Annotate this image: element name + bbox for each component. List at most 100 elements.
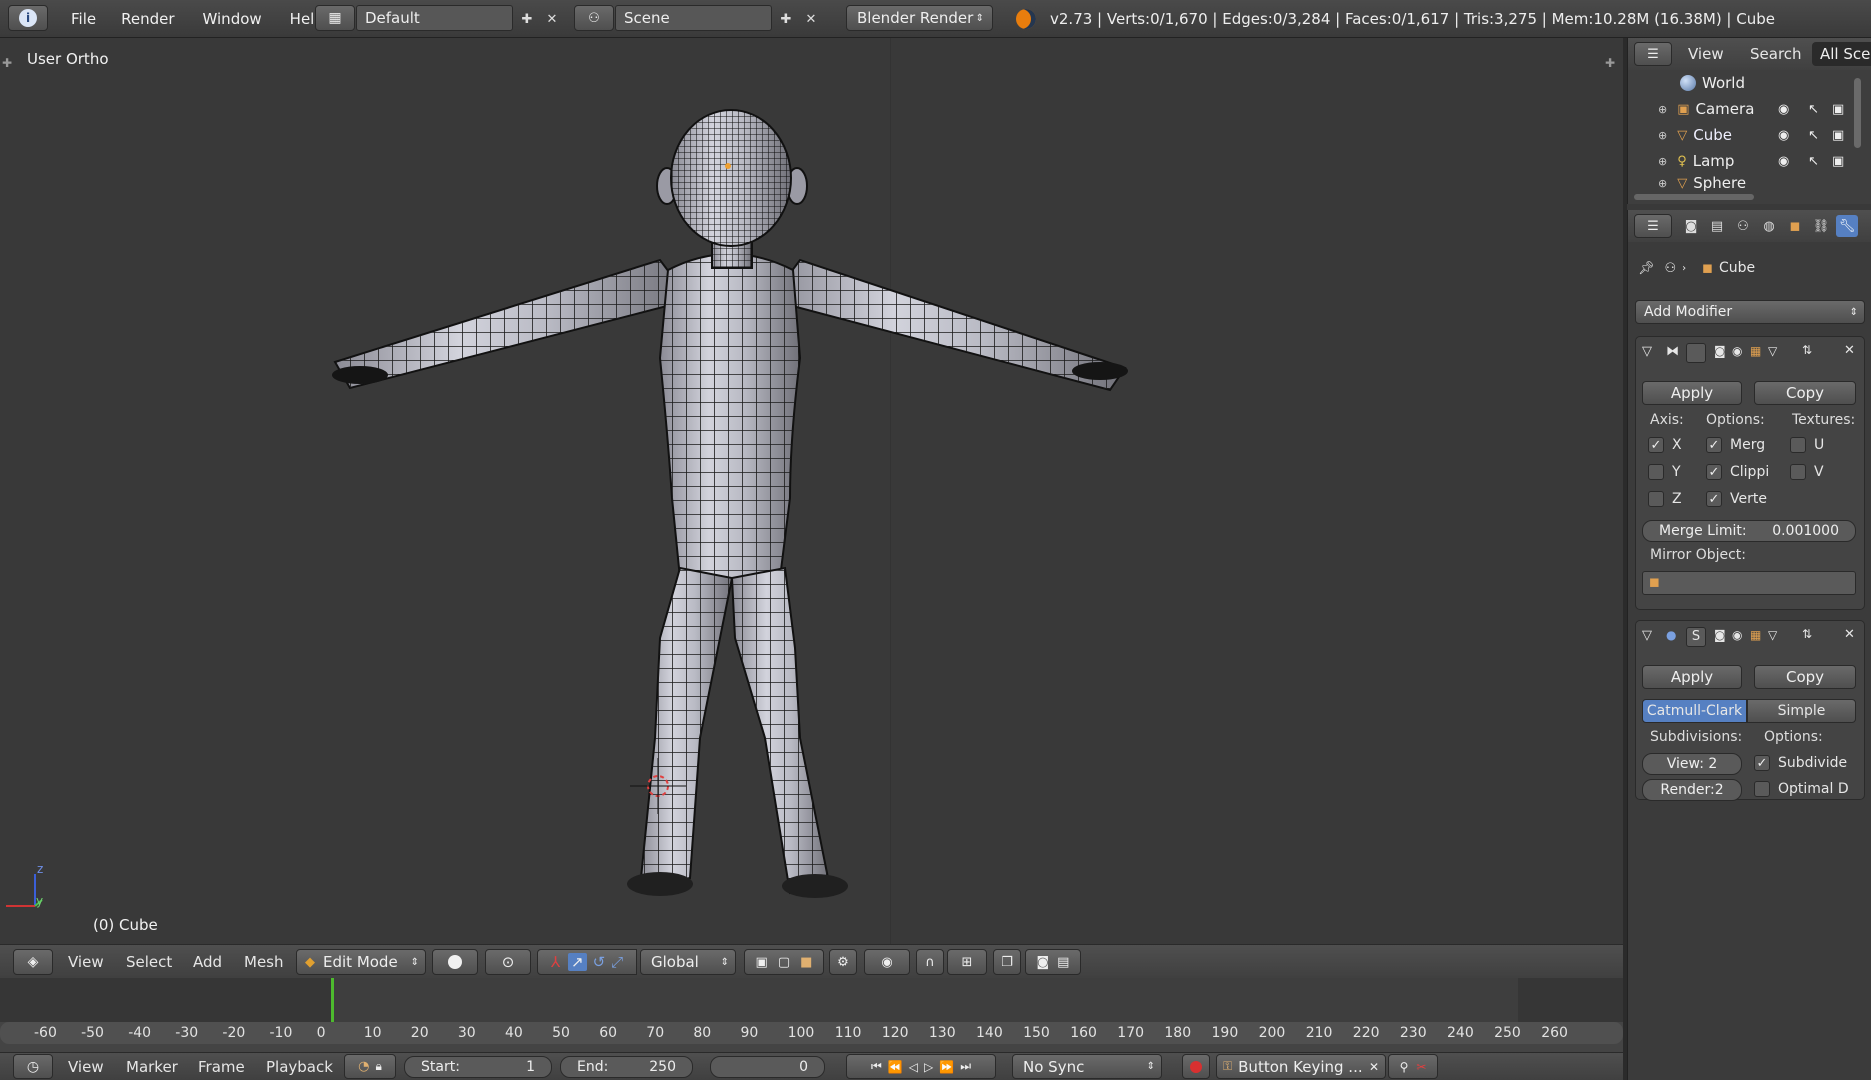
editor-type-timeline-button[interactable]: ◷ — [13, 1054, 53, 1079]
timeline-track-area[interactable] — [0, 978, 1623, 1022]
keying-set-field[interactable]: ⚿ Button Keying ... ✕ — [1216, 1054, 1386, 1079]
snap-toggle-button[interactable]: ∩ — [916, 949, 944, 975]
clipping-checkbox[interactable]: ✓ Clippi — [1706, 464, 1769, 480]
expand-icon[interactable]: ⊕ — [1658, 177, 1667, 190]
menu-file[interactable]: File — [60, 0, 107, 38]
apply-button[interactable]: Apply — [1642, 665, 1742, 689]
outliner-hscrollbar[interactable] — [1634, 194, 1754, 200]
remove-layout-icon[interactable]: ✕ — [541, 8, 563, 30]
viewport-toggle-icon[interactable]: ◉ — [1732, 628, 1742, 642]
world-tab-icon[interactable]: ◍ — [1758, 215, 1780, 237]
visibility-eye-icon[interactable]: ◉ — [1778, 128, 1789, 143]
checkbox-box[interactable]: ✓ — [1706, 464, 1722, 480]
current-frame-line[interactable] — [331, 978, 334, 1022]
constraints-tab-icon[interactable]: ⛓ — [1810, 215, 1832, 237]
edge-select-icon[interactable]: ▢ — [778, 955, 790, 970]
object-tab-icon[interactable]: ◼ — [1784, 215, 1806, 237]
remove-modifier-icon[interactable]: ✕ — [1844, 343, 1855, 358]
checkbox-box[interactable]: ✓ — [1648, 437, 1664, 453]
optimal-display-checkbox[interactable]: Optimal D — [1754, 781, 1849, 797]
editor-type-info-button[interactable]: i — [8, 5, 48, 31]
snap-element-dropdown[interactable]: ⊞ — [947, 949, 987, 975]
jump-start-icon[interactable]: ⏮ — [871, 1059, 882, 1074]
clear-keying-icon[interactable]: ✕ — [1369, 1060, 1379, 1074]
mirror-object-field[interactable]: ◼ — [1642, 571, 1856, 595]
visibility-eye-icon[interactable]: ◉ — [1778, 154, 1789, 169]
editmode-toggle-icon[interactable]: ▦ — [1750, 344, 1761, 358]
render-toggle-icon[interactable]: ◙ — [1714, 344, 1726, 358]
expand-icon[interactable]: ⊕ — [1658, 129, 1667, 142]
selectable-arrow-icon[interactable]: ↖ — [1808, 128, 1819, 143]
texture-v-checkbox[interactable]: V — [1790, 464, 1824, 480]
cage-toggle-icon[interactable]: ▽ — [1768, 344, 1777, 358]
outliner-tab-search[interactable]: Search — [1750, 45, 1802, 63]
editmode-toggle-icon[interactable]: ▦ — [1750, 628, 1761, 642]
render-levels-field[interactable]: Render:2 — [1642, 779, 1742, 801]
catmull-clark-option[interactable]: Catmull-Clark — [1642, 699, 1747, 723]
checkbox-box[interactable] — [1648, 491, 1664, 507]
character-mesh[interactable] — [0, 38, 1623, 944]
timeline-menu-playback[interactable]: Playback — [266, 1058, 333, 1076]
scene-name-field[interactable]: Scene — [615, 5, 772, 31]
collapse-triangle-icon[interactable]: ▽ — [1642, 628, 1652, 643]
checkbox-box[interactable] — [1754, 781, 1770, 797]
remove-modifier-icon[interactable]: ✕ — [1844, 627, 1855, 642]
checkbox-box[interactable]: ✓ — [1706, 437, 1722, 453]
modifier-name-field[interactable]: S — [1686, 627, 1706, 647]
play-icon[interactable]: ▷ — [924, 1060, 933, 1074]
move-up-down-icon[interactable]: ⇅ — [1802, 343, 1812, 357]
checkbox-box[interactable] — [1790, 437, 1806, 453]
outliner-tab-view[interactable]: View — [1688, 45, 1724, 63]
manipulator-toggle-icon[interactable]: ⅄ — [551, 953, 560, 971]
header-menu-view[interactable]: View — [68, 953, 104, 971]
outliner-editor[interactable]: ☰ View Search All Sce World ⊕ ▣ Camera ◉… — [1627, 38, 1871, 204]
outliner-scrollbar[interactable] — [1854, 78, 1861, 148]
header-menu-select[interactable]: Select — [126, 953, 172, 971]
render-tab-icon[interactable]: ◙ — [1680, 215, 1702, 237]
vertex-select-icon[interactable]: ▣ — [756, 955, 768, 970]
header-menu-mesh[interactable]: Mesh — [244, 953, 284, 971]
editor-type-properties-button[interactable]: ☰ — [1634, 214, 1672, 238]
timeline-menu-frame[interactable]: Frame — [198, 1058, 245, 1076]
checkbox-box[interactable]: ✓ — [1754, 755, 1770, 771]
render-engine-dropdown[interactable]: Blender Render ⇕ — [846, 5, 993, 31]
merge-checkbox[interactable]: ✓ Merg — [1706, 437, 1765, 453]
jump-keyframe-back-icon[interactable]: ⏪ — [888, 1060, 903, 1074]
pin-icon[interactable]: 📌︎ — [1638, 261, 1655, 276]
selectable-arrow-icon[interactable]: ↖ — [1808, 102, 1819, 117]
sync-mode-dropdown[interactable]: No Sync ⇕ — [1012, 1054, 1162, 1079]
copy-button[interactable]: Copy — [1754, 381, 1856, 405]
header-menu-add[interactable]: Add — [193, 953, 222, 971]
axis-y-checkbox[interactable]: Y — [1648, 464, 1681, 480]
add-layout-icon[interactable]: ✚ — [516, 8, 538, 30]
play-reverse-icon[interactable]: ◁ — [909, 1060, 918, 1074]
checkbox-box[interactable]: ✓ — [1706, 491, 1722, 507]
modifiers-wrench-tab-icon[interactable]: 🔧︎ — [1836, 215, 1858, 237]
scale-manipulator-icon[interactable]: ⤢ — [611, 953, 623, 971]
jump-end-icon[interactable]: ⏭ — [960, 1059, 971, 1074]
merge-limit-field[interactable]: Merge Limit: 0.001000 — [1642, 520, 1856, 542]
render-toggle-icon[interactable]: ◙ — [1714, 628, 1726, 642]
renderable-camera-icon[interactable]: ▣ — [1832, 154, 1844, 169]
checkbox-box[interactable] — [1790, 464, 1806, 480]
renderable-camera-icon[interactable]: ▣ — [1832, 128, 1844, 143]
face-select-icon[interactable]: ■ — [800, 955, 812, 970]
outliner-item-sphere[interactable]: ⊕ ▽ Sphere — [1628, 174, 1871, 192]
auto-keying-button[interactable] — [1182, 1054, 1210, 1079]
outliner-display-mode-dropdown[interactable]: All Sce — [1812, 42, 1871, 66]
pivot-point-dropdown[interactable]: ⊙ — [485, 949, 531, 975]
opengl-render-button[interactable]: ❐ — [993, 949, 1021, 975]
translate-manipulator-icon[interactable]: ↗ — [568, 953, 587, 971]
timeline-menu-view[interactable]: View — [68, 1058, 104, 1076]
selectable-arrow-icon[interactable]: ↖ — [1808, 154, 1819, 169]
mode-dropdown[interactable]: ◆ Edit Mode ⇕ — [296, 949, 426, 975]
keyframe-insert-group[interactable]: ⚲ ✂ — [1388, 1054, 1438, 1079]
expand-icon[interactable]: ⊕ — [1658, 103, 1667, 116]
limit-selection-button[interactable]: ⚙ — [829, 949, 857, 975]
collapse-triangle-icon[interactable]: ▽ — [1642, 344, 1652, 359]
proportional-editing-dropdown[interactable]: ◉ — [864, 949, 910, 975]
layout-name-field[interactable]: Default — [356, 5, 513, 31]
expand-icon[interactable]: ⊕ — [1658, 155, 1667, 168]
modifier-name-field[interactable] — [1686, 343, 1706, 363]
view-levels-field[interactable]: View: 2 — [1642, 753, 1742, 775]
